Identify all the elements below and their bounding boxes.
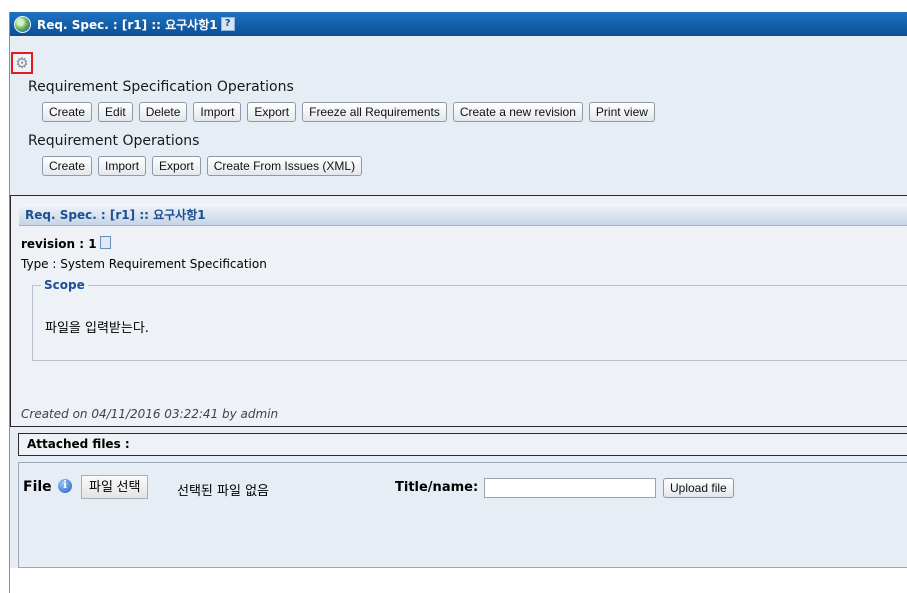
req-spec-ops-buttons: Create Edit Delete Import Export Freeze … xyxy=(42,102,655,122)
revision-label: revision : 1 xyxy=(21,237,97,251)
create-from-issues-button[interactable]: Create From Issues (XML) xyxy=(206,156,363,176)
choose-file-button[interactable]: 파일 선택 xyxy=(81,475,149,499)
req-export-button[interactable]: Export xyxy=(152,156,201,176)
file-label: File xyxy=(23,479,52,495)
req-ops-buttons: Create Import Export Create From Issues … xyxy=(42,156,363,176)
created-info: Created on 04/11/2016 03:22:41 by admin xyxy=(21,407,279,421)
help-icon[interactable]: ? xyxy=(220,17,235,31)
req-ops-title: Requirement Operations xyxy=(28,133,200,149)
document-icon[interactable] xyxy=(99,236,111,249)
upload-file-button[interactable]: Upload file xyxy=(663,478,734,498)
spec-edit-button[interactable]: Edit xyxy=(98,102,133,122)
scope-fieldset: Scope 파일을 입력받는다. xyxy=(32,278,907,361)
req-spec-card: Req. Spec. : [r1] :: 요구사항1 revision : 1 … xyxy=(10,195,907,427)
req-create-button[interactable]: Create xyxy=(42,156,93,176)
req-spec-ops-title: Requirement Specification Operations xyxy=(28,79,294,95)
scope-legend: Scope xyxy=(41,278,88,292)
print-view-button[interactable]: Print view xyxy=(588,102,655,122)
new-revision-button[interactable]: Create a new revision xyxy=(452,102,583,122)
window-title: Req. Spec. : [r1] :: 요구사항1 xyxy=(37,17,218,32)
gear-icon[interactable]: ⚙ xyxy=(11,52,33,74)
no-file-text: 선택된 파일 없음 xyxy=(177,484,269,499)
window-titlebar: Req. Spec. : [r1] :: 요구사항1 ? xyxy=(10,12,907,36)
spec-import-button[interactable]: Import xyxy=(193,102,242,122)
spec-delete-button[interactable]: Delete xyxy=(138,102,188,122)
req-spec-header: Req. Spec. : [r1] :: 요구사항1 xyxy=(19,204,907,226)
info-icon[interactable]: i xyxy=(58,479,72,493)
title-name-input[interactable] xyxy=(484,478,656,498)
spec-create-button[interactable]: Create xyxy=(42,102,93,122)
attached-files-header: Attached files : xyxy=(18,433,907,456)
spec-export-button[interactable]: Export xyxy=(247,102,297,122)
title-name-label: Title/name: xyxy=(395,480,479,495)
globe-icon xyxy=(14,15,31,33)
revision-line: revision : 1 xyxy=(21,236,111,251)
scope-text: 파일을 입력받는다. xyxy=(45,321,149,336)
type-label: Type : System Requirement Specification xyxy=(21,257,267,271)
upload-panel: File i 파일 선택 선택된 파일 없음 Title/name: Uploa… xyxy=(18,462,907,568)
freeze-all-button[interactable]: Freeze all Requirements xyxy=(302,102,447,122)
req-import-button[interactable]: Import xyxy=(98,156,147,176)
